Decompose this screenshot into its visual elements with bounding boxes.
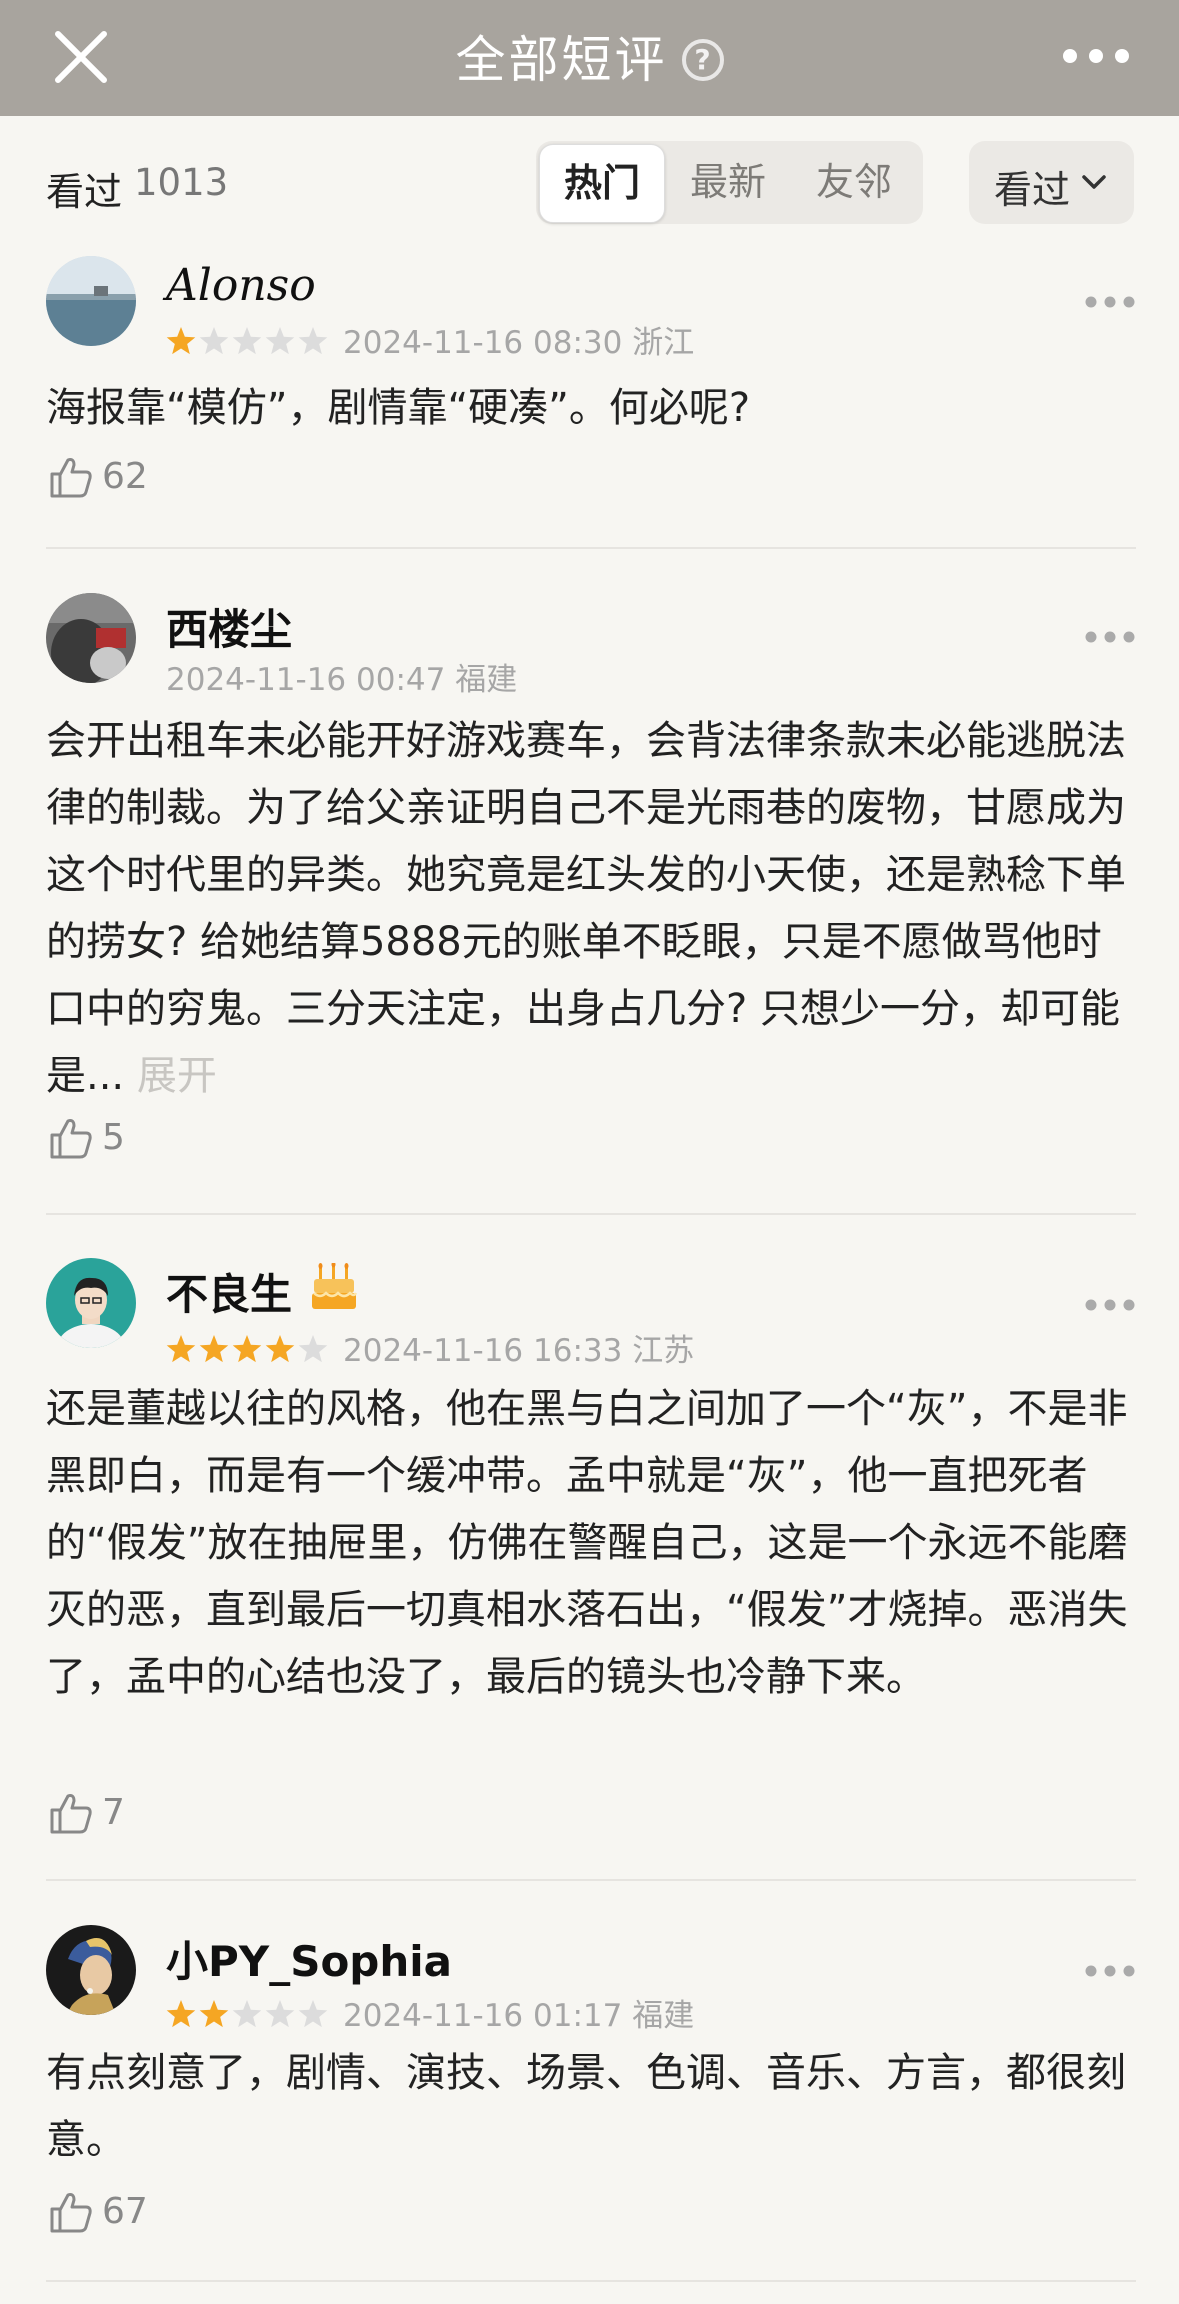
thumbs-up-icon — [50, 458, 92, 498]
avatar[interactable] — [46, 593, 136, 683]
star-empty-icon — [298, 2000, 328, 2028]
tab-latest[interactable]: 最新 — [666, 141, 790, 224]
username-text: 不良生 — [166, 1270, 293, 1319]
tab-hot[interactable]: 热门 — [539, 144, 665, 223]
username[interactable]: 小PY_Sophia — [166, 1928, 452, 1989]
star-rating — [166, 327, 328, 355]
tab-friends[interactable]: 友邻 — [792, 141, 916, 224]
star-filled-icon — [265, 1335, 295, 1363]
seen-label: 看过 — [46, 170, 123, 214]
star-empty-icon — [265, 327, 295, 355]
like-count: 67 — [102, 2191, 148, 2232]
more-options-icon[interactable] — [1084, 1298, 1136, 1312]
avatar-image — [46, 256, 136, 346]
avatar-image — [46, 1925, 136, 2015]
chevron-down-icon — [1082, 175, 1106, 189]
star-filled-icon — [166, 2000, 196, 2028]
review-location: 浙江 — [632, 325, 695, 361]
sort-segmented-control: 热门 最新 友邻 — [536, 141, 923, 224]
review-text: 还是董越以往的风格，他在黑与白之间加了一个“灰”，不是非黑即白，而是有一个缓冲带… — [46, 1386, 1128, 1700]
avatar-image — [46, 1258, 136, 1348]
username[interactable]: Alonso — [166, 260, 316, 311]
review-text-content: 会开出租车未必能开好游戏赛车，会背法律条款未必能逃脱法律的制裁。为了给父亲证明自… — [46, 718, 1126, 1099]
more-options-icon[interactable] — [1084, 295, 1136, 309]
review-meta: 2024-11-16 08:30 浙江 — [166, 317, 694, 362]
star-filled-icon — [166, 1335, 196, 1363]
star-filled-icon — [199, 2000, 229, 2028]
birthday-cake-icon — [312, 1263, 358, 1309]
review-time: 2024-11-16 00:47 — [166, 662, 446, 698]
like-count: 62 — [102, 456, 148, 497]
star-empty-icon — [232, 327, 262, 355]
review-time: 2024-11-16 08:30 — [343, 325, 623, 361]
like-count: 7 — [102, 1792, 125, 1833]
like-count: 5 — [102, 1117, 125, 1158]
review-location: 福建 — [455, 662, 518, 698]
review-time: 2024-11-16 01:17 — [343, 1998, 623, 2034]
thumbs-up-icon — [50, 1794, 92, 1834]
star-empty-icon — [298, 1335, 328, 1363]
seen-filter-dropdown[interactable]: 看过 — [969, 141, 1134, 224]
review-location: 福建 — [632, 1998, 695, 2034]
avatar-image — [46, 593, 136, 683]
review-text: 海报靠“模仿”，剧情靠“硬凑”。何必呢? — [46, 385, 751, 431]
star-empty-icon — [232, 2000, 262, 2028]
avatar[interactable] — [46, 1925, 136, 2015]
page-title: 全部短评? — [0, 22, 1179, 94]
seen-dropdown-label: 看过 — [994, 168, 1071, 212]
filter-bar: 看过 1013 热门 最新 友邻 看过 — [0, 116, 1179, 250]
divider — [46, 2280, 1136, 2282]
more-options-icon[interactable] — [1084, 630, 1136, 644]
divider — [46, 547, 1136, 549]
more-options-icon[interactable] — [1084, 1964, 1136, 1978]
help-icon[interactable]: ? — [681, 38, 724, 81]
top-nav-bar: 全部短评? — [0, 0, 1179, 116]
star-filled-icon — [199, 1335, 229, 1363]
more-dots-icon[interactable] — [1061, 44, 1131, 68]
star-empty-icon — [298, 327, 328, 355]
divider — [46, 1879, 1136, 1881]
star-rating — [166, 2000, 328, 2028]
avatar[interactable] — [46, 1258, 136, 1348]
expand-link[interactable]: 展开 — [137, 1053, 217, 1099]
thumbs-up-icon — [50, 2193, 92, 2233]
star-empty-icon — [265, 2000, 295, 2028]
review-text: 会开出租车未必能开好游戏赛车，会背法律条款未必能逃脱法律的制裁。为了给父亲证明自… — [46, 708, 1136, 1110]
thumbs-up-icon — [50, 1119, 92, 1159]
divider — [46, 1213, 1136, 1215]
star-empty-icon — [199, 327, 229, 355]
page-title-text: 全部短评 — [455, 30, 668, 89]
star-filled-icon — [166, 327, 196, 355]
username[interactable]: 西楼尘 — [166, 596, 292, 657]
review-time: 2024-11-16 16:33 — [343, 1333, 623, 1369]
review-meta: 2024-11-16 00:47 福建 — [166, 654, 517, 699]
username[interactable]: 不良生 — [166, 1261, 358, 1322]
star-rating — [166, 1335, 328, 1363]
review-location: 江苏 — [632, 1333, 695, 1369]
avatar[interactable] — [46, 256, 136, 346]
review-text: 有点刻意了，剧情、演技、场景、色调、音乐、方言，都很刻意。 — [46, 2050, 1126, 2163]
seen-count: 1013 — [134, 161, 229, 204]
review-meta: 2024-11-16 16:33 江苏 — [166, 1325, 694, 1370]
star-filled-icon — [232, 1335, 262, 1363]
review-meta: 2024-11-16 01:17 福建 — [166, 1990, 694, 2035]
